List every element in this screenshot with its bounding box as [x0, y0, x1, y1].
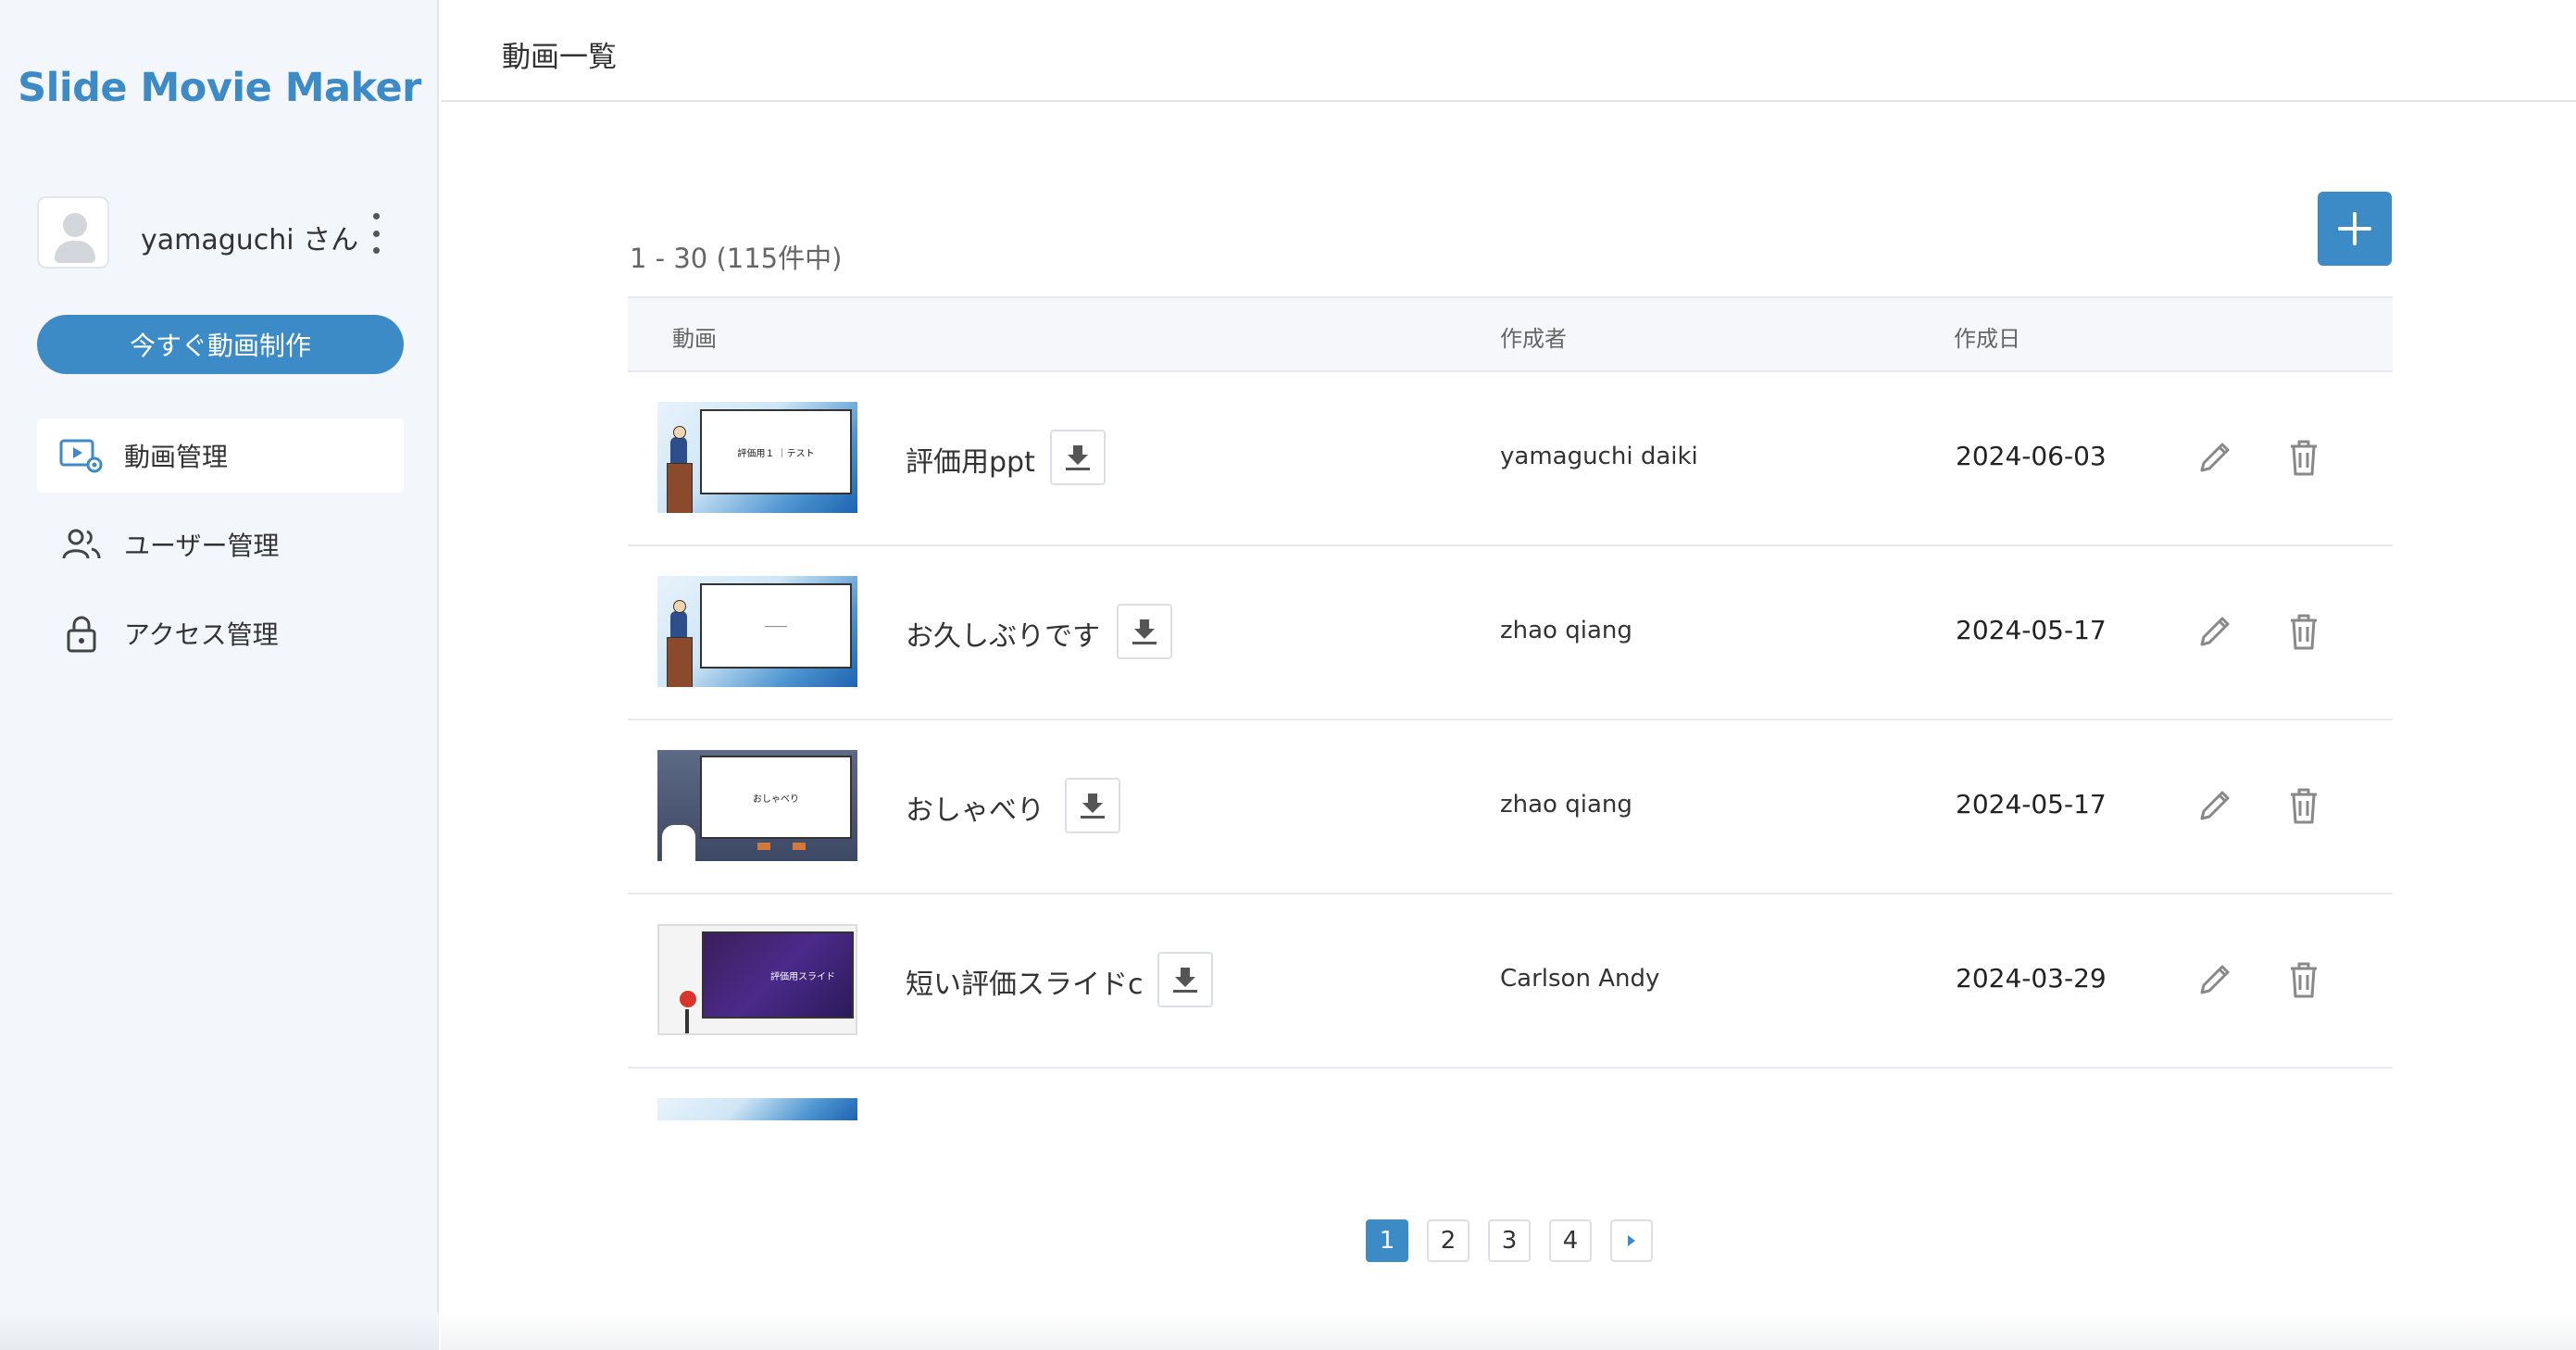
page-button[interactable]: 2	[1427, 1219, 1469, 1262]
delete-icon[interactable]	[2285, 959, 2322, 1000]
pagination: 1 2 3 4	[1366, 1219, 1653, 1264]
download-button[interactable]	[1065, 778, 1120, 833]
user-profile: yamaguchi さん	[37, 196, 407, 270]
thumbnail-slide-text: おしゃべり	[700, 756, 852, 839]
chevron-right-icon	[1628, 1235, 1635, 1246]
users-icon	[57, 524, 106, 565]
video-title[interactable]: 短い評価スライドc	[906, 961, 1144, 1002]
author-cell: zhao qiang	[1500, 617, 1632, 644]
column-header-date[interactable]: 作成日	[1954, 320, 2020, 353]
table-row[interactable]	[628, 1069, 2393, 1120]
video-title[interactable]: お久しぶりです	[906, 613, 1100, 654]
date-cell: 2024-06-03	[1956, 441, 2107, 471]
column-header-author[interactable]: 作成者	[1500, 320, 1567, 353]
video-thumbnail[interactable]	[657, 1098, 857, 1120]
edit-icon[interactable]	[2195, 959, 2235, 1000]
download-icon	[1132, 619, 1157, 644]
delete-icon[interactable]	[2285, 785, 2322, 826]
video-thumbnail[interactable]: 評価用スライド	[657, 924, 857, 1035]
edit-icon[interactable]	[2195, 437, 2235, 478]
video-thumbnail[interactable]: ―――	[657, 576, 857, 687]
thumbnail-slide-text: ―――	[700, 583, 852, 669]
page-title: 動画一覧	[502, 41, 617, 74]
author-cell: yamaguchi daiki	[1500, 443, 1698, 470]
page-header: 動画一覧	[441, 0, 2576, 102]
lock-icon	[57, 613, 106, 654]
page-button[interactable]: 1	[1366, 1219, 1408, 1262]
download-button[interactable]	[1157, 952, 1213, 1007]
result-count: 1 - 30 (115件中)	[630, 243, 843, 274]
table-row[interactable]: 評価用１ ｜テスト 評価用ppt yamaguchi daiki 2024-06…	[628, 372, 2393, 546]
sidebar-item-label: 動画管理	[124, 442, 229, 472]
video-table: 動画 作成者 作成日 評価用１ ｜テスト 評価用ppt yamaguchi da…	[628, 296, 2393, 1120]
video-thumbnail[interactable]: 評価用１ ｜テスト	[657, 402, 857, 513]
download-icon	[1066, 445, 1090, 470]
sidebar-item-label: ユーザー管理	[124, 531, 280, 561]
thumbnail-slide-text: 評価用１ ｜テスト	[700, 409, 852, 494]
sidebar-item-video-management[interactable]: 動画管理	[37, 419, 404, 493]
author-cell: zhao qiang	[1500, 791, 1632, 819]
sidebar-item-label: アクセス管理	[124, 619, 279, 650]
avatar[interactable]	[37, 196, 109, 269]
footer-shadow	[441, 1313, 2576, 1350]
plus-icon	[2338, 212, 2371, 245]
sidebar-footer-shadow	[0, 1313, 439, 1350]
edit-icon[interactable]	[2195, 611, 2235, 652]
author-cell: Carlson Andy	[1500, 965, 1660, 993]
date-cell: 2024-05-17	[1956, 615, 2107, 645]
download-button[interactable]	[1117, 604, 1172, 659]
video-title[interactable]: おしゃべり	[906, 787, 1044, 828]
add-video-button[interactable]	[2318, 192, 2392, 266]
delete-icon[interactable]	[2285, 611, 2322, 652]
date-cell: 2024-05-17	[1956, 789, 2107, 819]
delete-icon[interactable]	[2285, 437, 2322, 478]
sidebar: Slide Movie Maker yamaguchi さん 今すぐ動画制作 動…	[0, 0, 439, 1350]
download-icon	[1081, 794, 1105, 819]
page-button[interactable]: 4	[1549, 1219, 1592, 1262]
video-settings-icon	[57, 435, 106, 476]
table-row[interactable]: おしゃべり おしゃべり zhao qiang 2024-05-17	[628, 720, 2393, 894]
date-cell: 2024-03-29	[1956, 963, 2107, 994]
next-page-button[interactable]	[1610, 1219, 1653, 1262]
column-header-video[interactable]: 動画	[672, 320, 717, 353]
page-button[interactable]: 3	[1488, 1219, 1531, 1262]
video-title[interactable]: 評価用ppt	[906, 439, 1035, 480]
edit-icon[interactable]	[2195, 785, 2235, 826]
download-button[interactable]	[1050, 430, 1106, 485]
table-row[interactable]: ――― お久しぶりです zhao qiang 2024-05-17	[628, 546, 2393, 720]
table-header: 動画 作成者 作成日	[628, 296, 2393, 372]
video-thumbnail[interactable]: おしゃべり	[657, 750, 857, 861]
create-video-button[interactable]: 今すぐ動画制作	[37, 315, 404, 374]
thumbnail-slide-text: 評価用スライド	[702, 931, 854, 1019]
sidebar-item-user-management[interactable]: ユーザー管理	[37, 507, 404, 581]
more-vertical-icon[interactable]	[365, 213, 387, 254]
sidebar-item-access-management[interactable]: アクセス管理	[37, 596, 404, 670]
download-icon	[1173, 968, 1197, 993]
brand-logo[interactable]: Slide Movie Maker	[0, 65, 439, 111]
user-name: yamaguchi さん	[141, 224, 359, 256]
table-row[interactable]: 評価用スライド 短い評価スライドc Carlson Andy 2024-03-2…	[628, 894, 2393, 1069]
